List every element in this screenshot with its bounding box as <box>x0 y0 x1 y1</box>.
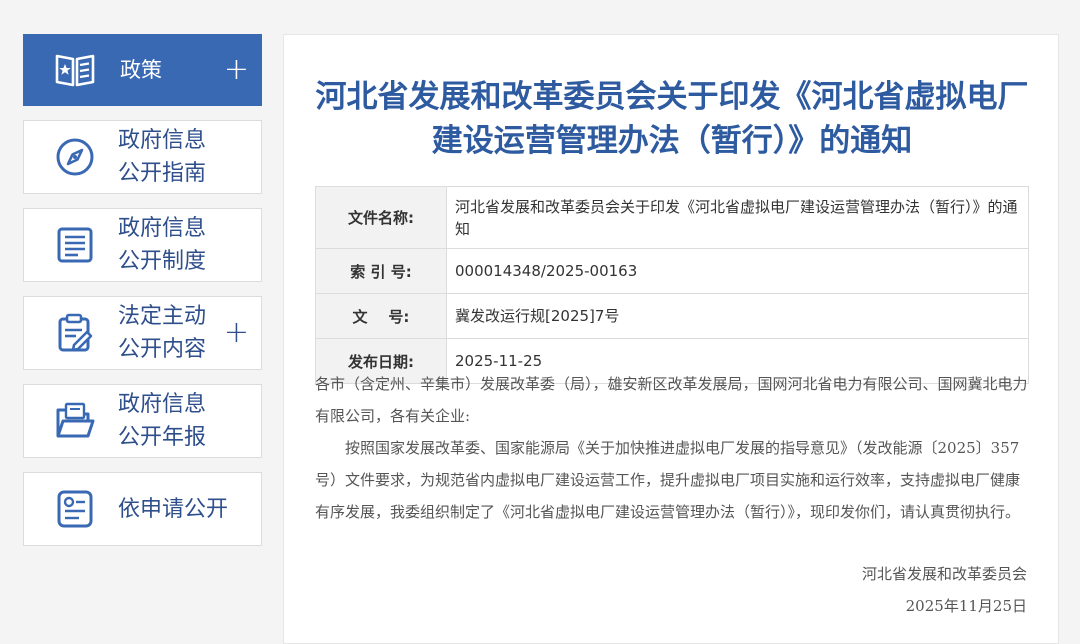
sidebar-item-policy[interactable]: 政策 + <box>23 34 262 106</box>
sidebar-item-label: 公开年报 <box>118 425 207 450</box>
sidebar-item-label: 依申请公开 <box>118 496 229 522</box>
title-line: 建设运营管理办法（暂行）》的通知 <box>431 123 913 159</box>
meta-value: 河北省发展和改革委员会关于印发《河北省虚拟电厂建设运营管理办法（暂行）》的通知 <box>446 186 1029 249</box>
meta-row-index: 索 引 号: 000014348/2025-00163 <box>315 248 1029 294</box>
policy-book-icon <box>52 47 98 93</box>
meta-value: 000014348/2025-00163 <box>446 248 1029 294</box>
sidebar-item-label: 政策 <box>120 57 162 82</box>
sidebar: 政策 + 政府信息 公开指南 政府信息 公开制度 法定主动 公开内容 + 政府信… <box>23 34 262 560</box>
meta-row-filename: 文件名称: 河北省发展和改革委员会关于印发《河北省虚拟电厂建设运营管理办法（暂行… <box>315 186 1029 249</box>
folder-report-icon <box>52 398 98 444</box>
list-document-icon <box>52 222 98 268</box>
compass-icon <box>52 134 98 180</box>
document-body: 各市（含定州、辛集市）发展改革委（局），雄安新区改革发展局，国网河北省电力有限公… <box>315 368 1029 528</box>
meta-row-doc-number: 文 号: 冀发改运行规[2025]7号 <box>315 293 1029 339</box>
meta-key: 文 号: <box>315 293 447 339</box>
clipboard-edit-icon <box>52 310 98 356</box>
sidebar-item-apply-disclosure[interactable]: 依申请公开 <box>23 472 262 546</box>
sidebar-item-label: 政府信息 <box>118 128 207 153</box>
sidebar-item-disclosure-system[interactable]: 政府信息 公开制度 <box>23 208 262 282</box>
application-form-icon <box>52 486 98 532</box>
meta-key: 索 引 号: <box>315 248 447 294</box>
signature-date: 2025年11月25日 <box>905 597 1027 615</box>
expand-plus-icon[interactable]: + <box>224 318 249 348</box>
document-meta-table: 文件名称: 河北省发展和改革委员会关于印发《河北省虚拟电厂建设运营管理办法（暂行… <box>315 186 1029 384</box>
page-title: 河北省发展和改革委员会关于印发《河北省虚拟电厂 建设运营管理办法（暂行）》的通知 <box>284 75 1060 163</box>
meta-value: 冀发改运行规[2025]7号 <box>446 293 1029 339</box>
sidebar-item-label: 公开制度 <box>118 249 207 274</box>
sidebar-item-label: 公开指南 <box>118 161 207 186</box>
sidebar-item-label: 公开内容 <box>118 337 207 362</box>
sidebar-item-label: 政府信息 <box>118 216 207 241</box>
sidebar-item-statutory-content[interactable]: 法定主动 公开内容 + <box>23 296 262 370</box>
body-paragraph: 按照国家发展改革委、国家能源局《关于加快推进虚拟电厂发展的指导意见》（发改能源〔… <box>315 439 1021 521</box>
sidebar-item-disclosure-guide[interactable]: 政府信息 公开指南 <box>23 120 262 194</box>
meta-key: 文件名称: <box>315 186 447 249</box>
document-signature: 河北省发展和改革委员会 2025年11月25日 <box>862 558 1027 622</box>
expand-plus-icon[interactable]: + <box>224 55 249 85</box>
document-panel: 河北省发展和改革委员会关于印发《河北省虚拟电厂 建设运营管理办法（暂行）》的通知… <box>283 34 1059 644</box>
body-paragraph: 各市（含定州、辛集市）发展改革委（局），雄安新区改革发展局，国网河北省电力有限公… <box>315 375 1028 425</box>
sidebar-item-annual-report[interactable]: 政府信息 公开年报 <box>23 384 262 458</box>
signature-org: 河北省发展和改革委员会 <box>861 565 1027 583</box>
sidebar-item-label: 法定主动 <box>118 304 207 329</box>
title-line: 河北省发展和改革委员会关于印发《河北省虚拟电厂 <box>315 79 1029 115</box>
sidebar-item-label: 政府信息 <box>118 392 207 417</box>
